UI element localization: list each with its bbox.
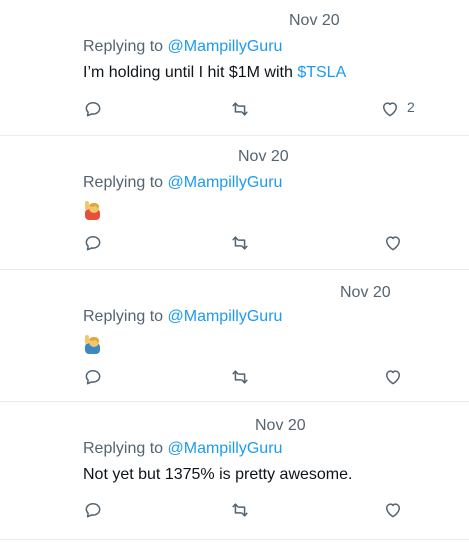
like-button[interactable] (382, 366, 404, 388)
tweet-date[interactable]: Nov 20 (238, 148, 289, 166)
replying-to-label: Replying to (83, 174, 168, 191)
replying-to-handle-link[interactable]: @MampillyGuru (168, 174, 283, 191)
tweet-item[interactable]: Nov 20 Replying to @MampillyGuru I’m hol… (0, 0, 469, 136)
heart-icon (383, 102, 397, 117)
person-raising-hand-emoji (85, 201, 100, 220)
tweet-date[interactable]: Nov 20 (289, 12, 340, 30)
like-button[interactable] (382, 499, 404, 521)
reply-button[interactable] (82, 499, 104, 521)
reply-button[interactable] (82, 232, 104, 254)
replying-to-handle-link[interactable]: @MampillyGuru (168, 308, 283, 325)
tweet-item[interactable]: Nov 20 Replying to @MampillyGuru Not yet… (0, 402, 469, 540)
replying-to-label: Replying to (83, 308, 168, 325)
retweet-icon (232, 236, 248, 250)
like-button[interactable] (382, 232, 404, 254)
reply-icon (85, 503, 101, 518)
tweet-text-main: I’m holding until I hit $1M with (83, 64, 298, 81)
retweet-button[interactable] (229, 98, 251, 120)
like-count: 2 (407, 99, 415, 115)
reply-icon (85, 102, 101, 117)
heart-icon (386, 370, 400, 385)
retweet-button[interactable] (229, 232, 251, 254)
like-button[interactable] (379, 98, 401, 120)
tweet-date[interactable]: Nov 20 (255, 417, 306, 435)
reply-icon (85, 370, 101, 385)
replying-to-label: Replying to (83, 38, 168, 55)
tweet-item[interactable]: Nov 20 Replying to @MampillyGuru (0, 136, 469, 270)
replying-to-label: Replying to (83, 440, 168, 457)
replying-to-line: Replying to @MampillyGuru (83, 440, 282, 458)
heart-icon (386, 236, 400, 251)
cashtag-link[interactable]: $TSLA (297, 64, 346, 81)
heart-icon (386, 503, 400, 518)
tweet-text: I’m holding until I hit $1M with $TSLA (83, 64, 346, 82)
reply-button[interactable] (82, 366, 104, 388)
replying-to-handle-link[interactable]: @MampillyGuru (168, 440, 283, 457)
retweet-icon (232, 102, 248, 116)
replying-to-handle-link[interactable]: @MampillyGuru (168, 38, 283, 55)
tweet-date[interactable]: Nov 20 (340, 284, 391, 302)
reply-button[interactable] (82, 98, 104, 120)
tweet-item[interactable]: Nov 20 Replying to @MampillyGuru (0, 270, 469, 402)
retweet-icon (232, 503, 248, 517)
replying-to-line: Replying to @MampillyGuru (83, 38, 282, 56)
retweet-button[interactable] (229, 499, 251, 521)
replying-to-line: Replying to @MampillyGuru (83, 308, 282, 326)
reply-icon (85, 236, 101, 251)
tweet-text: Not yet but 1375% is pretty awesome. (83, 466, 353, 483)
replying-to-line: Replying to @MampillyGuru (83, 174, 282, 192)
person-raising-hand-emoji (85, 335, 100, 354)
retweet-icon (232, 370, 248, 384)
retweet-button[interactable] (229, 366, 251, 388)
